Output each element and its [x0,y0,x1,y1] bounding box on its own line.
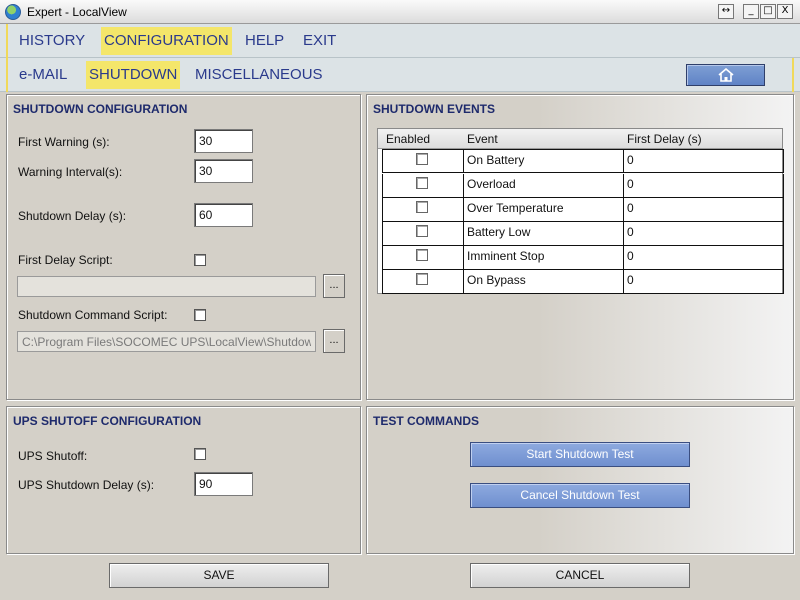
shutdown-command-script-browse-button[interactable]: ... [323,329,345,353]
ups-shutdown-delay-label: UPS Shutdown Delay (s): [18,478,155,492]
home-icon [718,68,734,82]
column-divider [463,270,464,293]
event-enabled-checkbox[interactable] [416,177,428,189]
event-delay[interactable]: 0 [627,150,634,173]
event-enabled-checkbox[interactable] [416,153,428,165]
table-row[interactable]: Imminent Stop 0 [382,246,784,270]
event-enabled-checkbox[interactable] [416,249,428,261]
warning-interval-field[interactable] [194,159,253,183]
column-divider [623,270,624,293]
test-commands-panel: TEST COMMANDS Start Shutdown Test Cancel… [366,406,794,554]
column-divider [623,174,624,197]
shutdown-command-script-checkbox[interactable] [194,309,206,321]
cancel-button[interactable]: CANCEL [470,563,690,588]
first-delay-script-checkbox[interactable] [194,254,206,266]
table-row[interactable]: Overload 0 [382,174,784,198]
first-warning-field[interactable] [194,129,253,153]
shutdown-command-script-label: Shutdown Command Script: [18,308,168,322]
shutdown-command-script-path[interactable] [17,331,316,352]
close-button[interactable]: X [777,4,793,19]
events-table: Enabled Event First Delay (s) On Battery… [377,128,784,294]
menu-exit[interactable]: EXIT [300,27,339,55]
panel-title: UPS SHUTOFF CONFIGURATION [13,414,202,428]
column-divider [623,150,624,173]
submenu-shutdown[interactable]: SHUTDOWN [86,61,181,89]
column-first-delay: First Delay (s) [627,132,702,146]
cancel-shutdown-test-button[interactable]: Cancel Shutdown Test [470,483,690,508]
column-enabled: Enabled [386,132,431,146]
title-bar: Expert - LocalView ↔ _ □ X [0,0,800,24]
shutdown-configuration-panel: SHUTDOWN CONFIGURATION First Warning (s)… [6,94,361,400]
warning-interval-label: Warning Interval(s): [18,165,123,179]
event-name: Overload [467,177,516,191]
table-row[interactable]: Over Temperature 0 [382,198,784,222]
event-delay[interactable]: 0 [627,270,634,293]
menu-accent-right [792,58,794,92]
event-enabled-checkbox[interactable] [416,201,428,213]
menu-help[interactable]: HELP [242,27,287,55]
main-menu-bar: HISTORY CONFIGURATION HELP EXIT [0,24,800,58]
event-enabled-checkbox[interactable] [416,225,428,237]
ups-shutdown-delay-field[interactable] [194,472,253,496]
first-delay-script-path[interactable] [17,276,316,297]
table-row[interactable]: On Bypass 0 [382,270,784,294]
column-divider [463,150,464,173]
shutdown-events-panel: SHUTDOWN EVENTS Enabled Event First Dela… [366,94,794,400]
menu-configuration[interactable]: CONFIGURATION [101,27,232,55]
table-row[interactable]: Battery Low 0 [382,222,784,246]
save-button[interactable]: SAVE [109,563,329,588]
event-name: Imminent Stop [467,249,545,263]
column-event: Event [467,132,498,146]
home-button[interactable] [686,64,765,86]
panel-title: TEST COMMANDS [373,414,479,428]
minimize-button[interactable]: _ [743,4,759,19]
shutdown-delay-field[interactable] [194,203,253,227]
start-shutdown-test-button[interactable]: Start Shutdown Test [470,442,690,467]
column-divider [463,246,464,269]
ups-shutoff-checkbox[interactable] [194,448,206,460]
event-name: On Battery [467,153,525,167]
window-title: Expert - LocalView [27,5,127,19]
first-warning-label: First Warning (s): [18,135,110,149]
column-divider [463,174,464,197]
first-delay-script-browse-button[interactable]: ... [323,274,345,298]
event-name: Over Temperature [467,201,564,215]
event-enabled-checkbox[interactable] [416,273,428,285]
event-name: On Bypass [467,273,526,287]
shutdown-delay-label: Shutdown Delay (s): [18,209,127,223]
submenu-email[interactable]: e-MAIL [16,61,70,89]
ups-shutoff-label: UPS Shutoff: [18,449,88,463]
first-delay-script-label: First Delay Script: [18,253,113,267]
panel-title: SHUTDOWN EVENTS [373,102,496,116]
app-globe-icon [5,4,21,20]
column-divider [463,222,464,245]
menu-accent-left [6,24,8,92]
sub-menu-bar: e-MAIL SHUTDOWN MISCELLANEOUS [0,58,800,92]
menu-history[interactable]: HISTORY [16,27,88,55]
event-name: Battery Low [467,225,531,239]
table-row[interactable]: On Battery 0 [382,149,784,173]
column-divider [623,246,624,269]
submenu-miscellaneous[interactable]: MISCELLANEOUS [192,61,326,89]
event-delay[interactable]: 0 [627,222,634,245]
column-divider [623,198,624,221]
event-delay[interactable]: 0 [627,174,634,197]
column-divider [623,222,624,245]
events-table-header: Enabled Event First Delay (s) [378,129,782,149]
panel-title: SHUTDOWN CONFIGURATION [13,102,188,116]
event-delay[interactable]: 0 [627,246,634,269]
maximize-button[interactable]: □ [760,4,776,19]
event-delay[interactable]: 0 [627,198,634,221]
column-divider [463,198,464,221]
ups-shutoff-panel: UPS SHUTOFF CONFIGURATION UPS Shutoff: U… [6,406,361,554]
resize-icon[interactable]: ↔ [718,4,734,19]
